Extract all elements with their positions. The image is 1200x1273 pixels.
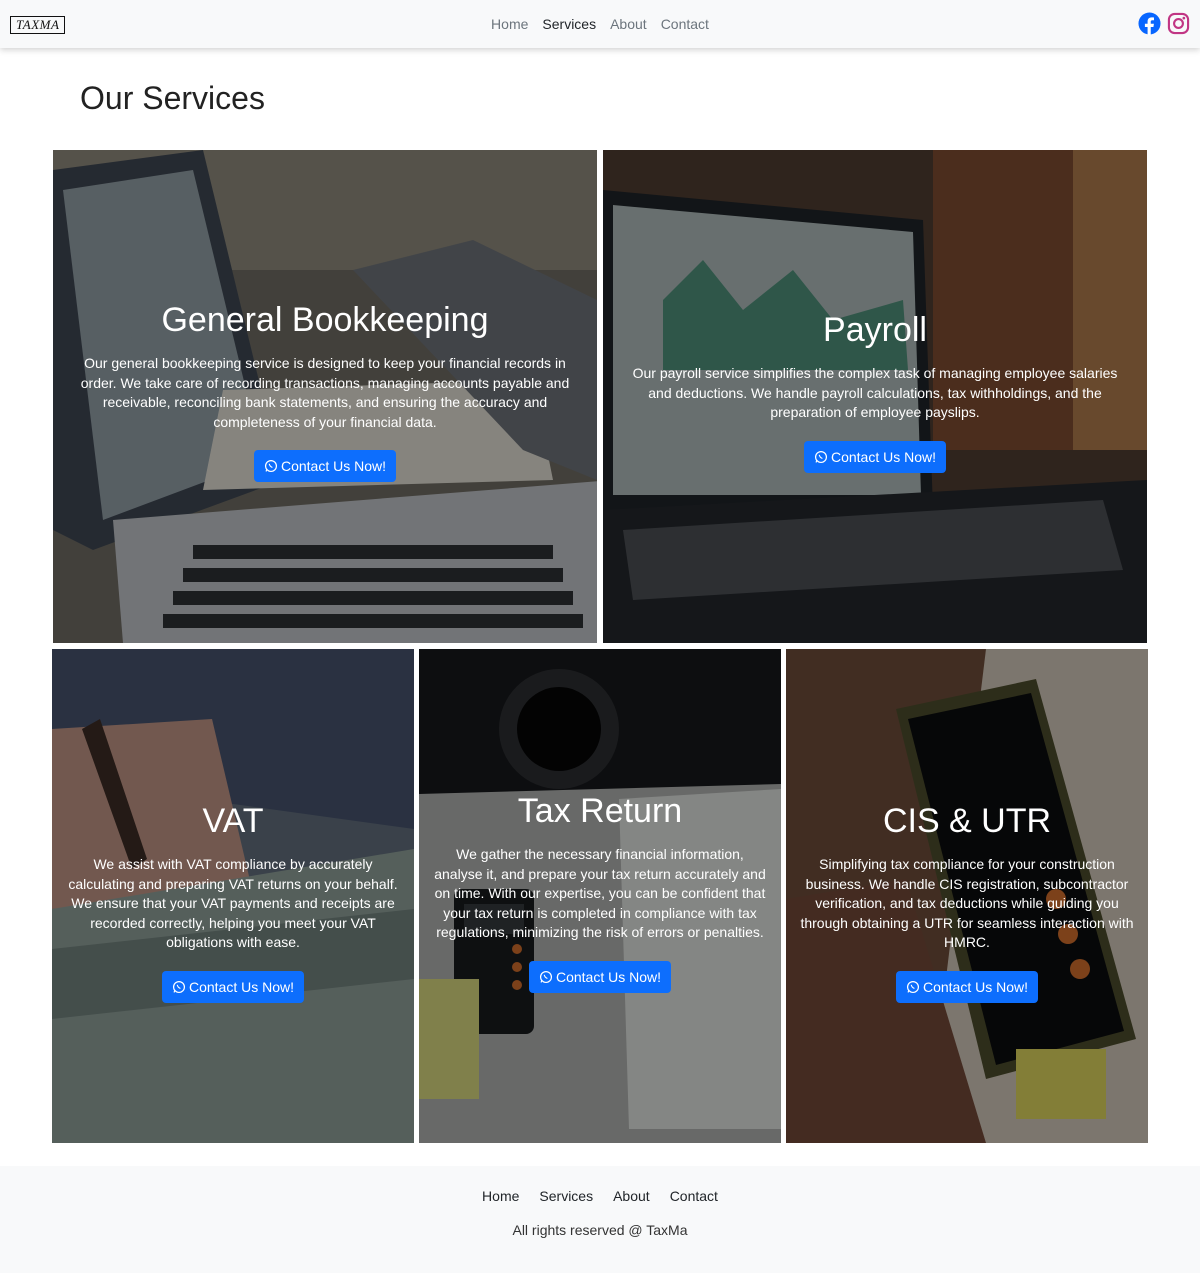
whatsapp-icon xyxy=(539,970,553,984)
whatsapp-icon xyxy=(264,459,278,473)
facebook-icon[interactable] xyxy=(1138,12,1161,35)
nav-links: Home Services About Contact xyxy=(0,0,1200,48)
contact-us-button[interactable]: Contact Us Now! xyxy=(253,450,397,483)
nav-link-contact[interactable]: Contact xyxy=(661,16,709,32)
service-card-vat: VAT We assist with VAT compliance by acc… xyxy=(52,649,414,1143)
card-content: General Bookkeeping Our general bookkeep… xyxy=(53,300,597,483)
whatsapp-icon xyxy=(906,980,920,994)
nav-link-home[interactable]: Home xyxy=(491,16,528,32)
service-description: We gather the necessary financial inform… xyxy=(434,846,766,941)
service-description: We assist with VAT compliance by accurat… xyxy=(68,856,398,951)
service-card-payroll: Payroll Our payroll service simplifies t… xyxy=(603,150,1147,643)
footer: Home Services About Contact All rights r… xyxy=(0,1166,1200,1273)
contact-us-button[interactable]: Contact Us Now! xyxy=(528,960,672,993)
card-content: CIS & UTR Simplifying tax compliance for… xyxy=(786,801,1148,1003)
brand-logo[interactable]: TAXMA xyxy=(10,16,66,34)
whatsapp-icon xyxy=(814,450,828,464)
footer-link-about[interactable]: About xyxy=(613,1188,650,1204)
card-content: Tax Return We gather the necessary finan… xyxy=(419,791,781,993)
footer-link-contact[interactable]: Contact xyxy=(670,1188,718,1204)
contact-us-button[interactable]: Contact Us Now! xyxy=(161,970,305,1003)
contact-us-button-label: Contact Us Now! xyxy=(830,448,937,465)
whatsapp-icon xyxy=(172,980,186,994)
nav-link-services[interactable]: Services xyxy=(542,16,596,32)
service-card-bookkeeping: General Bookkeeping Our general bookkeep… xyxy=(53,150,597,643)
footer-link-home[interactable]: Home xyxy=(482,1188,519,1204)
service-title: Payroll xyxy=(823,311,927,349)
contact-us-button-label: Contact Us Now! xyxy=(922,978,1029,995)
service-card-cis-utr: CIS & UTR Simplifying tax compliance for… xyxy=(786,649,1148,1143)
navbar: TAXMA Home Services About Contact xyxy=(0,0,1200,48)
service-title: VAT xyxy=(202,802,264,840)
contact-us-button-label: Contact Us Now! xyxy=(188,978,295,995)
service-title: General Bookkeeping xyxy=(161,301,489,339)
service-title: Tax Return xyxy=(517,792,683,830)
instagram-icon[interactable] xyxy=(1167,12,1190,35)
service-card-tax-return: Tax Return We gather the necessary finan… xyxy=(419,649,781,1143)
service-title: CIS & UTR xyxy=(882,802,1052,840)
card-content: Payroll Our payroll service simplifies t… xyxy=(603,310,1147,473)
page-title: Our Services xyxy=(80,80,265,116)
contact-us-button[interactable]: Contact Us Now! xyxy=(895,970,1039,1003)
footer-links: Home Services About Contact xyxy=(0,1188,1200,1204)
copyright-text: All rights reserved @ TaxMa xyxy=(512,1222,688,1238)
card-content: VAT We assist with VAT compliance by acc… xyxy=(52,801,414,1003)
contact-us-button-label: Contact Us Now! xyxy=(280,458,387,475)
service-description: Our payroll service simplifies the compl… xyxy=(632,365,1118,421)
nav-link-about[interactable]: About xyxy=(610,16,647,32)
footer-link-services[interactable]: Services xyxy=(539,1188,593,1204)
service-description: Our general bookkeeping service is desig… xyxy=(80,355,570,430)
contact-us-button[interactable]: Contact Us Now! xyxy=(803,440,947,473)
service-description: Simplifying tax compliance for your cons… xyxy=(800,856,1134,951)
contact-us-button-label: Contact Us Now! xyxy=(555,968,662,985)
social-links xyxy=(1138,12,1190,35)
